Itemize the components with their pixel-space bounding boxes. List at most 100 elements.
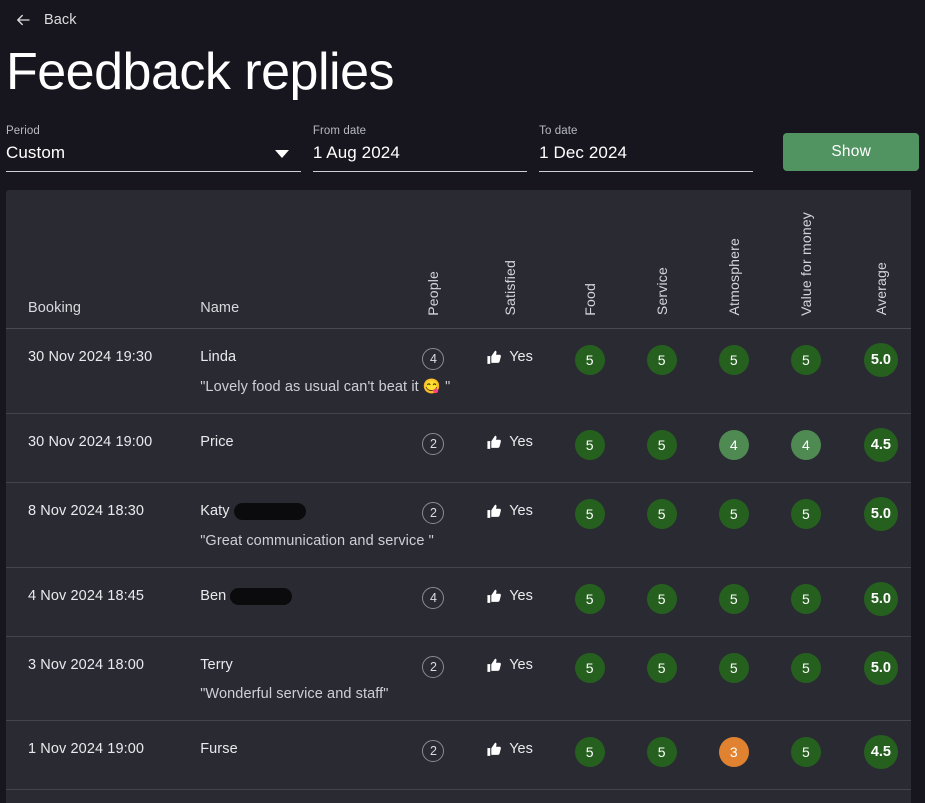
table-right-gutter bbox=[911, 190, 920, 803]
score-cell-value-for-money: 5 bbox=[769, 567, 842, 636]
score-badge: 5.0 bbox=[863, 581, 898, 616]
table-row[interactable]: 3 Nov 2024 18:00 Terry "Wonderful service … bbox=[6, 636, 920, 720]
satisfied-value: Yes bbox=[486, 349, 533, 366]
satisfied-value: Yes bbox=[486, 741, 533, 758]
booking-cell: 30 Nov 2024 19:30 bbox=[6, 328, 187, 413]
score-badge: 5 bbox=[574, 583, 605, 614]
table-row[interactable]: 1 Nov 2024 19:00 Furse 2 Yes 5 5 3 5 4.5 bbox=[6, 720, 920, 789]
score-badge: 5 bbox=[646, 498, 677, 529]
score-cell-food: 5 bbox=[553, 720, 626, 789]
column-header-service[interactable]: Service bbox=[625, 190, 698, 329]
people-cell: 2 bbox=[401, 413, 466, 482]
column-header-service-label: Service bbox=[653, 267, 670, 316]
page-root: Back Feedback replies Period Custom From… bbox=[0, 0, 925, 803]
score-cell-food: 5 bbox=[553, 636, 626, 720]
customer-name: Furse bbox=[200, 740, 238, 757]
score-cell-atmosphere: 5 bbox=[697, 482, 770, 567]
from-date-field[interactable]: From date 1 Aug 2024 bbox=[312, 125, 528, 172]
score-cell-average: 5.0 bbox=[841, 567, 920, 636]
column-header-atmosphere[interactable]: Atmosphere bbox=[697, 190, 770, 329]
score-cell-average: 5.0 bbox=[841, 482, 920, 567]
column-header-food[interactable]: Food bbox=[553, 190, 626, 329]
customer-name: Linda bbox=[200, 348, 237, 365]
score-cell-service: 5 bbox=[625, 328, 698, 413]
feedback-table-card: Booking Name People Satisfied Food Servi… bbox=[6, 190, 920, 803]
score-badge: 5 bbox=[646, 736, 677, 767]
people-cell: 4 bbox=[401, 567, 466, 636]
thumbs-up-icon bbox=[487, 589, 502, 603]
customer-name: Ben bbox=[200, 588, 227, 604]
name-cell: Katy "Great communication and service " bbox=[186, 482, 434, 567]
column-header-people[interactable]: People bbox=[401, 190, 466, 329]
people-count-badge: 2 bbox=[422, 739, 445, 762]
name-cell: Linda "Lovely food as usual can't beat it… bbox=[186, 328, 451, 413]
column-header-satisfied[interactable]: Satisfied bbox=[465, 190, 554, 329]
column-header-name[interactable]: Name bbox=[186, 190, 402, 329]
satisfied-value: Yes bbox=[486, 657, 533, 674]
score-badge: 5 bbox=[646, 344, 677, 375]
column-header-value-for-money[interactable]: Value for money bbox=[769, 190, 842, 329]
to-date-underline bbox=[539, 171, 754, 172]
redaction-block bbox=[230, 587, 293, 605]
score-cell-atmosphere: 5 bbox=[697, 328, 770, 413]
satisfied-label: Yes bbox=[509, 434, 533, 450]
score-badge: 5 bbox=[718, 583, 749, 614]
table-row[interactable]: 30 Nov 2024 19:00 Price 2 Yes 5 5 4 4 4.5 bbox=[6, 413, 920, 482]
people-count-badge: 4 bbox=[422, 347, 445, 370]
table-header: Booking Name People Satisfied Food Servi… bbox=[6, 190, 920, 329]
score-cell-value-for-money: 4 bbox=[769, 413, 842, 482]
back-label: Back bbox=[44, 12, 77, 28]
satisfied-cell: Yes bbox=[465, 720, 554, 789]
score-badge: 5 bbox=[790, 652, 821, 683]
satisfied-label: Yes bbox=[509, 588, 533, 604]
score-cell-atmosphere: 5 bbox=[697, 636, 770, 720]
people-cell: 2 bbox=[401, 636, 466, 720]
table-row[interactable]: 30 Nov 2024 19:30 Linda "Lovely food as us… bbox=[6, 328, 920, 413]
score-cell-value-for-money: 5 bbox=[769, 328, 842, 413]
satisfied-cell: Yes bbox=[465, 413, 554, 482]
back-navigation[interactable]: Back bbox=[0, 0, 925, 32]
column-header-value-for-money-label: Value for money bbox=[797, 211, 814, 316]
score-badge: 5 bbox=[646, 652, 677, 683]
people-count-badge: 2 bbox=[422, 655, 445, 678]
score-badge: 5 bbox=[574, 429, 605, 460]
score-badge: 5 bbox=[574, 736, 605, 767]
score-badge: 5 bbox=[718, 344, 749, 375]
score-cell-value-for-money: 5 bbox=[769, 636, 842, 720]
period-select[interactable]: Period Custom bbox=[6, 125, 301, 172]
redaction-block bbox=[233, 502, 306, 520]
chevron-down-icon[interactable] bbox=[274, 150, 289, 158]
column-header-average[interactable]: Average bbox=[841, 190, 920, 329]
satisfied-label: Yes bbox=[509, 741, 533, 757]
from-date-underline bbox=[312, 171, 528, 172]
score-badge: 5 bbox=[574, 652, 605, 683]
feedback-comment: "Lovely food as usual can't beat it 😋 " bbox=[200, 378, 451, 395]
score-badge: 4 bbox=[718, 429, 749, 460]
score-badge: 4 bbox=[790, 429, 821, 460]
arrow-left-icon bbox=[17, 14, 30, 26]
score-cell-average: 4.5 bbox=[841, 413, 920, 482]
satisfied-label: Yes bbox=[509, 349, 533, 365]
name-cell: Price bbox=[186, 413, 402, 482]
score-cell-food: 5 bbox=[553, 328, 626, 413]
to-date-value: 1 Dec 2024 bbox=[539, 143, 628, 162]
score-cell-food: 5 bbox=[553, 413, 626, 482]
feedback-table: Booking Name People Satisfied Food Servi… bbox=[6, 190, 920, 790]
score-cell-service: 5 bbox=[625, 720, 698, 789]
page-title: Feedback replies bbox=[6, 43, 395, 101]
score-cell-food: 5 bbox=[553, 567, 626, 636]
score-badge: 5 bbox=[718, 652, 749, 683]
customer-name: Katy bbox=[200, 503, 230, 519]
to-date-field[interactable]: To date 1 Dec 2024 bbox=[539, 125, 754, 172]
score-cell-food: 5 bbox=[553, 482, 626, 567]
satisfied-value: Yes bbox=[486, 588, 533, 605]
thumbs-up-icon bbox=[487, 435, 502, 449]
score-cell-atmosphere: 3 bbox=[697, 720, 770, 789]
score-badge: 5 bbox=[574, 498, 605, 529]
satisfied-cell: Yes bbox=[465, 482, 554, 567]
table-row[interactable]: 8 Nov 2024 18:30 Katy "Great communication… bbox=[6, 482, 920, 567]
table-row[interactable]: 4 Nov 2024 18:45 Ben 4 Yes 5 5 5 5 5.0 bbox=[6, 567, 920, 636]
show-button[interactable]: Show bbox=[783, 133, 919, 171]
satisfied-cell: Yes bbox=[465, 328, 554, 413]
column-header-booking[interactable]: Booking bbox=[6, 190, 187, 329]
